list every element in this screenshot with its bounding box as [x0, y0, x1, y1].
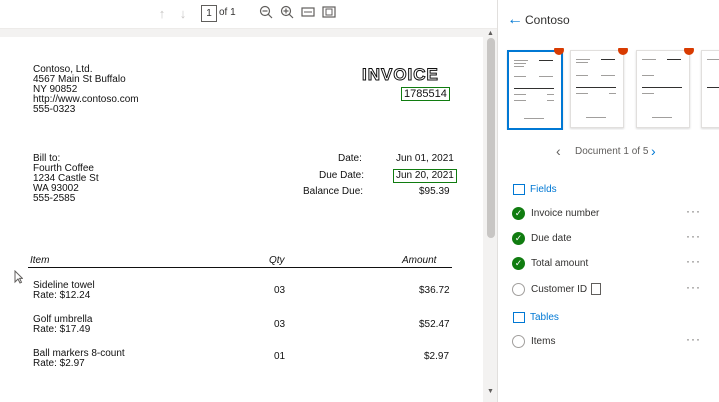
scrollbar-thumb[interactable] [487, 38, 495, 238]
document-thumbnails [506, 48, 719, 130]
table-items[interactable]: Items ··· [512, 332, 712, 352]
field-invoice-number[interactable]: ✓ Invoice number ··· [512, 204, 712, 224]
column-item: Item [30, 255, 50, 266]
document-icon [591, 283, 601, 295]
document-viewer: ↑ ↓ 1 of 1 Contoso, Ltd. 4567 Main St Bu… [0, 0, 498, 402]
document-thumbnail[interactable] [570, 50, 624, 128]
unlabeled-indicator-dot [684, 48, 694, 55]
mouse-cursor-icon [14, 269, 24, 287]
check-icon: ✓ [512, 257, 525, 270]
field-due-date[interactable]: ✓ Due date ··· [512, 229, 712, 249]
empty-circle-icon [512, 283, 525, 296]
due-date-label: Due Date: [319, 170, 365, 181]
item-amount: $2.97 [424, 351, 450, 362]
item-rate: Rate: $12.24 [33, 290, 91, 301]
scroll-down-icon[interactable]: ▼ [487, 388, 494, 395]
column-qty: Qty [269, 255, 285, 266]
scroll-up-icon[interactable]: ▲ [487, 30, 494, 37]
field-total-amount[interactable]: ✓ Total amount ··· [512, 254, 712, 274]
more-options-icon[interactable]: ··· [686, 332, 701, 346]
invoice-page: Contoso, Ltd. 4567 Main St Buffalo NY 90… [0, 37, 483, 402]
previous-document-icon[interactable]: ‹ [556, 143, 561, 159]
item-rate: Rate: $17.49 [33, 324, 91, 335]
fields-icon [513, 184, 525, 195]
document-thumbnail[interactable] [636, 50, 690, 128]
fields-section-header[interactable]: Fields [513, 184, 557, 195]
back-arrow-icon[interactable]: ← [507, 11, 523, 29]
next-page-icon[interactable]: ↓ [174, 5, 192, 23]
more-options-icon[interactable]: ··· [686, 280, 701, 294]
field-label: Customer ID [531, 284, 588, 295]
zoom-in-icon[interactable] [278, 5, 296, 23]
bill-to-phone: 555-2585 [33, 193, 76, 204]
table-icon [513, 312, 525, 323]
item-amount: $36.72 [419, 285, 450, 296]
column-amount: Amount [402, 255, 437, 266]
field-label: Due date [531, 233, 572, 244]
more-options-icon[interactable]: ··· [686, 204, 701, 218]
item-rate: Rate: $2.97 [33, 358, 85, 369]
next-document-icon[interactable]: › [651, 143, 656, 159]
more-options-icon[interactable]: ··· [686, 254, 701, 268]
document-thumbnail[interactable] [507, 50, 563, 130]
previous-page-icon[interactable]: ↑ [153, 5, 171, 23]
invoice-number[interactable]: 1785514 [401, 87, 450, 101]
check-icon: ✓ [512, 207, 525, 220]
date-label: Date: [338, 153, 362, 164]
date-value: Jun 01, 2021 [396, 153, 454, 164]
check-icon: ✓ [512, 232, 525, 245]
table-header-rule [28, 267, 452, 268]
field-customer-id[interactable]: Customer ID ··· [512, 280, 712, 300]
viewer-toolbar: ↑ ↓ 1 of 1 [0, 0, 497, 29]
balance-due-label: Balance Due: [303, 186, 364, 197]
model-title: Contoso [525, 13, 570, 27]
invoice-title: INVOICE [362, 65, 439, 85]
fit-width-icon[interactable] [299, 5, 317, 23]
document-thumbnail[interactable] [701, 50, 719, 128]
fit-page-icon[interactable] [320, 5, 338, 23]
field-label: Total amount [531, 258, 589, 269]
field-label: Invoice number [531, 208, 600, 219]
item-qty: 03 [274, 319, 286, 330]
seller-phone: 555-0323 [33, 104, 76, 115]
unlabeled-indicator-dot [618, 48, 628, 55]
tables-section-header[interactable]: Tables [513, 312, 559, 323]
document-pager: Document 1 of 5 [575, 146, 649, 157]
tables-header-label: Tables [530, 312, 559, 324]
more-options-icon[interactable]: ··· [686, 229, 701, 243]
item-qty: 03 [274, 285, 286, 296]
fields-header-label: Fields [530, 184, 557, 196]
page-number-input[interactable]: 1 [201, 5, 217, 22]
zoom-out-icon[interactable] [257, 5, 275, 23]
labeling-panel: ← Contoso ‹ Document 1 of 5 › Fields ✓ I… [498, 0, 719, 402]
balance-due-value: $95.39 [419, 186, 450, 197]
item-amount: $52.47 [419, 319, 450, 330]
due-date-value[interactable]: Jun 20, 2021 [393, 169, 457, 183]
item-qty: 01 [274, 351, 286, 362]
page-count: of 1 [219, 7, 236, 18]
empty-circle-icon [512, 335, 525, 348]
table-label: Items [531, 336, 556, 347]
